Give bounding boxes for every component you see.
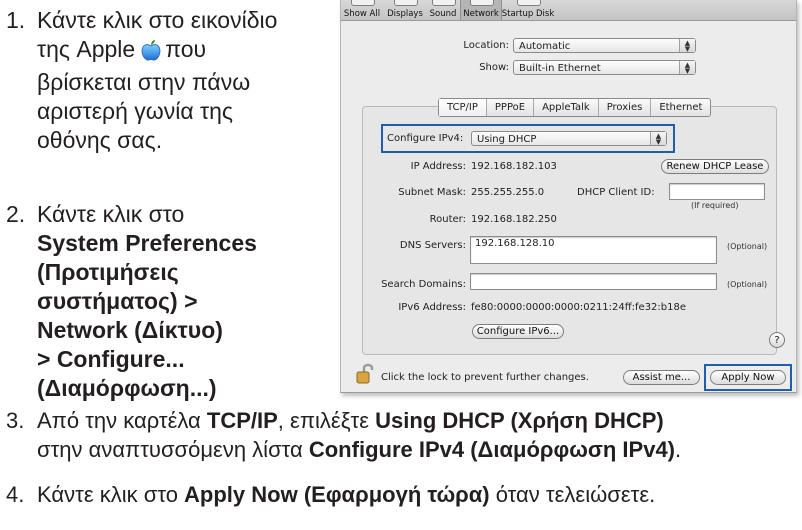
step-text: Κάντε κλικ στο System Preferences (Προτι… bbox=[37, 201, 257, 401]
tab-proxies[interactable]: Proxies bbox=[597, 99, 651, 116]
show-all-icon bbox=[351, 0, 375, 6]
configure-ipv4-highlight bbox=[381, 124, 675, 153]
router-value: 192.168.182.250 bbox=[471, 214, 557, 225]
startup-disk-icon bbox=[517, 0, 541, 6]
dns-servers-input[interactable]: 192.168.128.10 bbox=[470, 236, 717, 264]
tab-tcpip[interactable]: TCP/IP bbox=[439, 99, 486, 116]
help-button[interactable]: ? bbox=[769, 332, 785, 348]
network-icon bbox=[470, 0, 494, 6]
subnet-mask-value: 255.255.255.0 bbox=[471, 187, 545, 198]
dns-optional-note: (Optional) bbox=[727, 242, 768, 251]
sound-icon bbox=[432, 0, 456, 6]
dhcp-client-id-label: DHCP Client ID: bbox=[577, 187, 655, 198]
toolbar-network[interactable]: Network bbox=[460, 0, 502, 20]
apple-icon bbox=[141, 39, 161, 68]
step-number: 3. bbox=[6, 408, 25, 433]
toolbar-displays[interactable]: Displays bbox=[385, 0, 425, 20]
router-label: Router: bbox=[429, 214, 466, 225]
step-text: Κάντε κλικ στο Apply Now (Εφαρμογή τώρα)… bbox=[37, 482, 656, 507]
dns-servers-label: DNS Servers: bbox=[399, 240, 466, 251]
dhcp-client-id-input[interactable] bbox=[669, 183, 765, 200]
tab-appletalk[interactable]: AppleTalk bbox=[533, 99, 598, 116]
location-select[interactable]: Automatic ▲ ▼ bbox=[513, 38, 696, 53]
tab-pppoe[interactable]: PPPoE bbox=[485, 99, 533, 116]
configure-ipv6-button[interactable]: Configure IPv6... bbox=[472, 324, 564, 339]
apply-now-highlight bbox=[704, 364, 792, 391]
search-domains-label: Search Domains: bbox=[381, 279, 466, 290]
lock-message: Click the lock to prevent further change… bbox=[381, 372, 589, 383]
popup-arrows-icon: ▲ ▼ bbox=[679, 61, 695, 75]
toolbar-startup-disk[interactable]: Startup Disk bbox=[501, 0, 555, 20]
if-required-note: (If required) bbox=[691, 201, 739, 210]
subnet-mask-label: Subnet Mask: bbox=[398, 187, 466, 198]
ipv6-address-value: fe80:0000:0000:0000:0211:24ff:fe32:b18e bbox=[471, 302, 687, 313]
ip-address-value: 192.168.182.103 bbox=[471, 161, 557, 172]
renew-dhcp-lease-button[interactable]: Renew DHCP Lease bbox=[661, 159, 769, 174]
ipv6-address-label: IPv6 Address: bbox=[398, 302, 466, 313]
step-number: 2. bbox=[6, 201, 26, 227]
location-label: Location: bbox=[463, 40, 509, 51]
show-select[interactable]: Built-in Ethernet ▲ ▼ bbox=[513, 60, 696, 75]
step-text: Κάντε κλικ στο εικονίδιο της Apple που βρ… bbox=[37, 7, 278, 153]
lock-icon[interactable] bbox=[355, 362, 377, 384]
search-domains-input[interactable] bbox=[470, 273, 717, 290]
preferences-toolbar: Show All Displays Sound Network Startup … bbox=[341, 0, 796, 21]
assist-me-button[interactable]: Assist me... bbox=[623, 370, 700, 385]
tab-ethernet[interactable]: Ethernet bbox=[650, 99, 710, 116]
ip-address-label: IP Address: bbox=[410, 161, 466, 172]
toolbar-show-all[interactable]: Show All bbox=[343, 0, 381, 20]
displays-icon bbox=[394, 0, 418, 6]
toolbar-sound[interactable]: Sound bbox=[427, 0, 459, 20]
popup-arrows-icon: ▲ ▼ bbox=[679, 39, 695, 53]
step-number: 4. bbox=[6, 482, 25, 507]
step-number: 1. bbox=[6, 7, 26, 33]
tab-bar: TCP/IP PPPoE AppleTalk Proxies Ethernet bbox=[438, 98, 712, 117]
step-text: Από την καρτέλα TCP/IP, επιλέξτε Using D… bbox=[37, 408, 682, 462]
network-preferences-screenshot: Show All Displays Sound Network Startup … bbox=[340, 0, 797, 393]
show-label: Show: bbox=[479, 62, 509, 73]
search-optional-note: (Optional) bbox=[727, 280, 768, 289]
